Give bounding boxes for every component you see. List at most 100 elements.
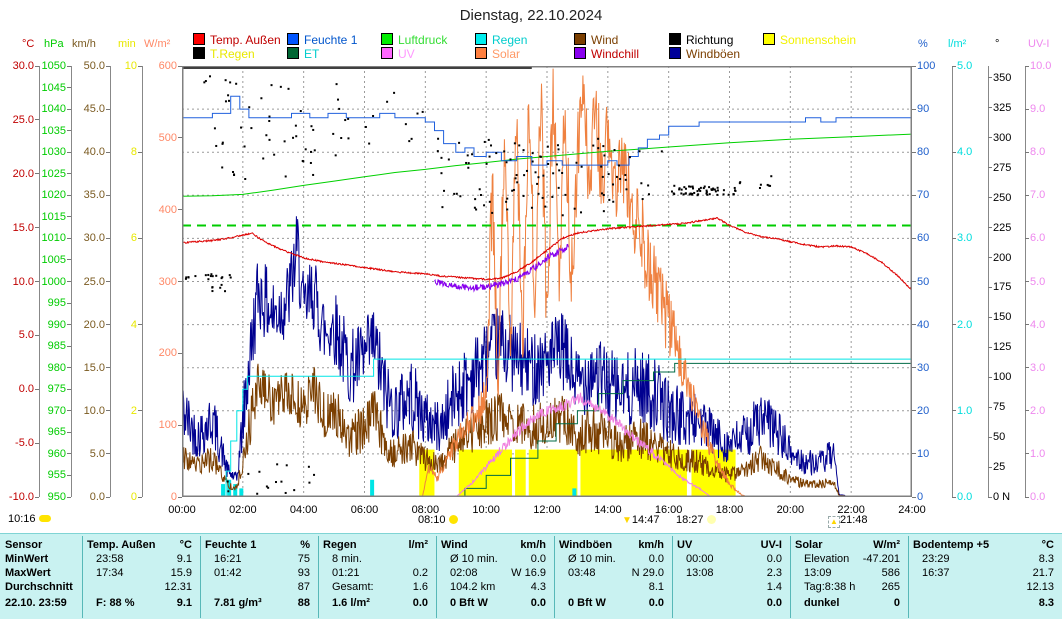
x-axis-label: 20:00	[777, 504, 805, 516]
axis-tick-label: 1030	[42, 146, 66, 158]
table-cell: 8.1	[554, 580, 672, 594]
axis-tick	[1025, 195, 1029, 196]
sun-marker-time: 18:27	[676, 514, 704, 526]
column-unit: %	[300, 538, 310, 552]
table-cell: Elevation-47.201	[790, 552, 908, 566]
series-richtung	[558, 169, 560, 171]
axis-tick	[67, 497, 71, 498]
cell-value: 15.9	[171, 566, 192, 580]
cell-time: 02:08	[450, 566, 478, 580]
legend-item-richtung: Richtung	[669, 33, 733, 46]
axis-tick-label: 10.0	[84, 405, 105, 417]
series-richtung	[511, 190, 513, 192]
axis-tick-label: 1020	[42, 189, 66, 201]
cell-value: 0.0	[413, 596, 428, 610]
axis-tick	[952, 410, 956, 411]
table-cell: 87	[200, 580, 318, 594]
series-richtung	[227, 490, 229, 492]
axis-tick-label: 980	[48, 362, 66, 374]
axis-tick	[1025, 367, 1029, 368]
axis-tick	[35, 227, 39, 228]
legend-label: UV	[398, 47, 415, 61]
series-richtung	[759, 187, 761, 189]
series-richtung	[612, 183, 614, 185]
series-richtung	[723, 189, 725, 191]
series-richtung	[506, 198, 508, 200]
axis-unit-min: min	[118, 38, 136, 50]
series-t-regen	[211, 290, 213, 292]
series-t-regen	[205, 274, 207, 276]
column-header: SolarW/m²	[790, 538, 908, 552]
axis-tick-label: 50.0	[84, 60, 105, 72]
axis-tick-label: 100	[993, 371, 1011, 383]
cell-time: Elevation	[804, 552, 849, 566]
series-richtung	[448, 158, 450, 160]
series-richtung	[308, 482, 310, 484]
axis-tick	[67, 475, 71, 476]
series-richtung	[680, 192, 682, 194]
axis-tick	[138, 324, 142, 325]
axis-tick	[35, 173, 39, 174]
column-unit: °C	[180, 538, 192, 552]
axis-tick-label: 20	[917, 405, 929, 417]
cell-time: 01:42	[214, 566, 242, 580]
series-richtung	[332, 133, 334, 135]
legend-item-windchill: Windchill	[574, 47, 639, 60]
series-richtung	[557, 144, 559, 146]
series-richtung	[608, 199, 610, 201]
legend-color-swatch	[193, 33, 205, 45]
series-richtung	[681, 189, 683, 191]
table-row-label: 22.10. 23:59	[5, 596, 67, 610]
series-richtung	[437, 150, 439, 152]
column-header: UVUV-I	[672, 538, 790, 552]
axis-tick-label: 30.0	[84, 232, 105, 244]
table-cell: 0 Bft W0.0	[436, 596, 554, 610]
chart-canvas	[182, 66, 912, 497]
series-richtung	[214, 127, 216, 129]
series-t-regen	[221, 276, 223, 278]
cell-value: 0.0	[531, 552, 546, 566]
series-richtung	[538, 193, 540, 195]
axis-tick	[988, 407, 992, 408]
series-richtung	[603, 210, 605, 212]
series-richtung	[271, 84, 273, 86]
sun-marker-0810: 08:10	[418, 514, 458, 526]
legend-color-swatch	[475, 33, 487, 45]
axis-tick	[952, 152, 956, 153]
axis-tick	[35, 119, 39, 120]
axis-tick	[67, 453, 71, 454]
axis-tick-label: 1.0	[957, 405, 972, 417]
axis-tick	[1025, 152, 1029, 153]
axis-tick-label: 1040	[42, 103, 66, 115]
series-richtung	[441, 206, 443, 208]
table-cell: 1.4	[672, 580, 790, 594]
cell-time: 23:58	[96, 552, 124, 566]
sun-marker-time: 10:16	[8, 513, 36, 525]
axis-tick-label: 350	[993, 72, 1011, 84]
axis-tick-label: 6	[131, 232, 137, 244]
series-richtung	[440, 157, 442, 159]
axis-tick-label: 60	[917, 232, 929, 244]
upbox-icon: ▲	[828, 516, 840, 528]
table-column-bodentemp-5: Bodentemp +5°C23:298.316:3721.712.138.3	[908, 534, 1062, 619]
series-richtung	[708, 186, 710, 188]
cell-value: 21.7	[1033, 566, 1054, 580]
axis-tick-label: 9.0	[1030, 103, 1045, 115]
column-header: Windböenkm/h	[554, 538, 672, 552]
axis-tick-label: 975	[48, 383, 66, 395]
axis-tick-label: 100	[159, 419, 177, 431]
cell-value: 8.1	[649, 580, 664, 594]
cell-value: 1.6	[413, 580, 428, 594]
series-richtung	[537, 176, 539, 178]
series-richtung	[542, 175, 544, 177]
series-richtung	[562, 214, 564, 216]
series-richtung	[222, 142, 224, 144]
series-t-regen	[187, 276, 189, 278]
axis-tick-label: 35.0	[84, 189, 105, 201]
x-axis-label: 10:00	[472, 504, 500, 516]
x-axis-label: 14:00	[594, 504, 622, 516]
series-richtung	[250, 127, 252, 129]
series-richtung	[602, 145, 604, 147]
column-name: Windböen	[559, 538, 612, 552]
axis-tick-label: -5.0	[15, 437, 34, 449]
